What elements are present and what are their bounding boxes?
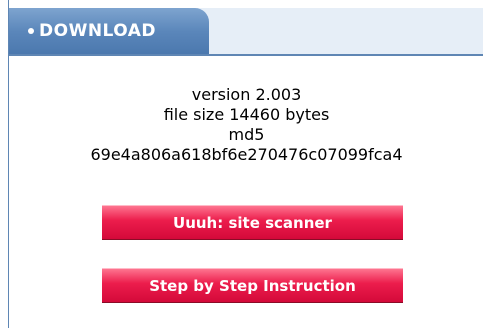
file-info: version 2.003 file size 14460 bytes md5 … — [9, 85, 483, 165]
instructions-button[interactable]: Step by Step Instruction — [102, 268, 403, 302]
md5-label: md5 — [228, 125, 265, 144]
panel-title: DOWNLOAD — [39, 21, 157, 41]
file-size-text: file size 14460 bytes — [163, 105, 330, 124]
bullet-icon — [28, 28, 34, 34]
version-text: version 2.003 — [191, 85, 302, 104]
header-tab: DOWNLOAD — [9, 8, 209, 56]
md5-hash: 69e4a806a618bf6e270476c07099fca4 — [90, 145, 403, 164]
download-panel: DOWNLOAD version 2.003 file size 14460 b… — [8, 0, 483, 328]
header-divider — [9, 54, 483, 56]
panel-header: DOWNLOAD — [9, 8, 483, 56]
site-scanner-button[interactable]: Uuuh: site scanner — [102, 205, 403, 239]
